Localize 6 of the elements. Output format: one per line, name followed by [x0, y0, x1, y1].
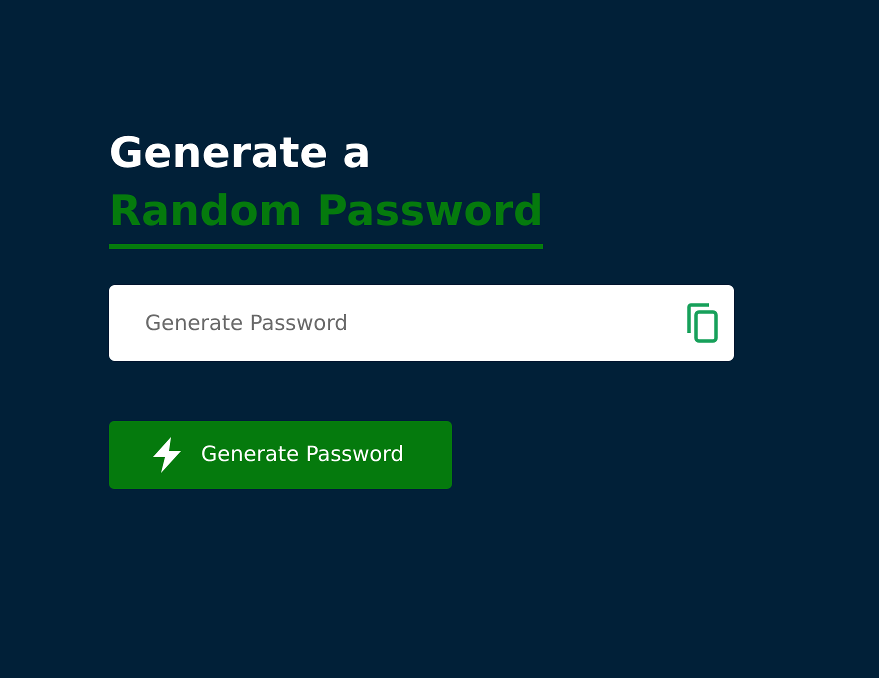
- password-field[interactable]: Generate Password: [109, 285, 734, 361]
- generate-button[interactable]: Generate Password: [109, 421, 452, 489]
- lightning-icon: [151, 437, 183, 473]
- heading-text: Generate a: [109, 127, 372, 179]
- heading-highlight: Random Password: [109, 182, 544, 249]
- copy-icon[interactable]: [686, 303, 720, 343]
